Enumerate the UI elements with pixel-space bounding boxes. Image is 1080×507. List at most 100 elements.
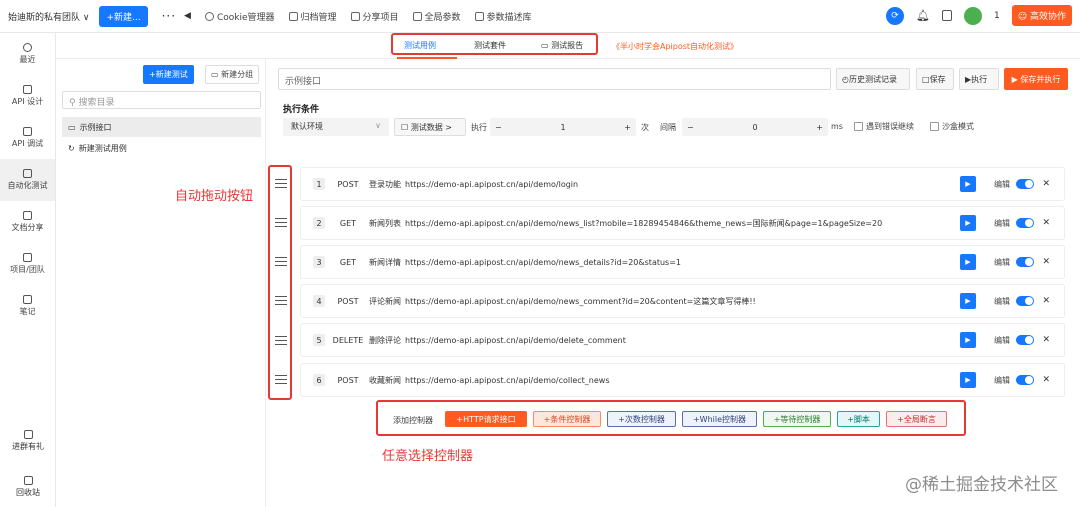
play-icon[interactable]: ▶ xyxy=(960,332,976,348)
new-test-button[interactable]: +新建测试 xyxy=(143,65,194,84)
play-icon[interactable]: ▶ xyxy=(960,372,976,388)
cookie-manager-button[interactable]: Cookie管理器 xyxy=(204,10,275,23)
design-icon xyxy=(23,85,32,94)
interval-stepper[interactable]: −0 + xyxy=(682,118,828,136)
minus-icon[interactable]: − xyxy=(495,123,502,132)
drag-handle-icon[interactable] xyxy=(275,296,287,305)
test-name-input[interactable]: 示例接口 xyxy=(278,68,831,90)
directory-search-input[interactable]: ⚲ 搜索目录 xyxy=(62,91,261,109)
sidebar-item-recent[interactable]: 最近 xyxy=(0,33,55,75)
close-icon[interactable]: ✕ xyxy=(1042,218,1050,228)
add-count-controller-button[interactable]: +次数控制器 xyxy=(607,411,676,427)
plus-icon[interactable]: + xyxy=(816,123,823,132)
tree-item-example[interactable]: ▭ 示例接口 xyxy=(62,117,261,137)
back-icon[interactable]: ◀ xyxy=(184,11,191,21)
enable-toggle[interactable] xyxy=(1016,257,1034,267)
close-icon[interactable]: ✕ xyxy=(1042,179,1050,189)
sidebar-item-api-design[interactable]: API 设计 xyxy=(0,75,55,117)
add-http-request-button[interactable]: +HTTP请求接口 xyxy=(445,411,527,427)
close-icon[interactable]: ✕ xyxy=(1042,335,1050,345)
drag-handle-icon[interactable] xyxy=(275,257,287,266)
param-library-button[interactable]: 参数描述库 xyxy=(474,10,532,23)
new-group-button[interactable]: ▭ 新建分组 xyxy=(205,65,260,84)
edit-label[interactable]: 编辑 xyxy=(994,296,1010,307)
test-data-button[interactable]: ☐ 测试数据 > xyxy=(394,118,466,136)
add-wait-controller-button[interactable]: +等待控制器 xyxy=(763,411,831,427)
save-and-run-button[interactable]: ▶ 保存并执行 xyxy=(1004,68,1068,90)
request-row[interactable]: 6 POST 收藏新闻 https://demo-api.apipost.cn/… xyxy=(300,363,1065,397)
global-params-button[interactable]: 全局参数 xyxy=(412,10,461,23)
search-icon: ⚲ xyxy=(69,98,76,108)
add-script-button[interactable]: +脚本 xyxy=(837,411,880,427)
interval-label: 间隔 xyxy=(660,123,676,132)
sidebar-item-notes[interactable]: 笔记 xyxy=(0,285,55,327)
history-button[interactable]: ◴ 历史测试记录 xyxy=(836,68,910,90)
cube-icon xyxy=(474,11,484,21)
drag-handle-icon[interactable] xyxy=(275,336,287,345)
enable-toggle[interactable] xyxy=(1016,335,1034,345)
tree-item-new-case[interactable]: ↻ 新建测试用例 xyxy=(62,138,261,158)
more-icon[interactable]: ··· xyxy=(162,9,176,23)
team-selector[interactable]: 始迪斯的私有团队 ∨ xyxy=(8,10,89,23)
sidebar-item-automation[interactable]: 自动化测试 xyxy=(0,159,55,201)
minus-icon[interactable]: − xyxy=(687,123,694,132)
enable-toggle[interactable] xyxy=(1016,218,1034,228)
archive-icon xyxy=(288,11,298,21)
edit-label[interactable]: 编辑 xyxy=(994,375,1010,386)
bell-icon[interactable]: 🔔︎ xyxy=(916,9,930,22)
sandbox-checkbox[interactable]: 沙盒模式 xyxy=(930,121,974,132)
request-row[interactable]: 3 GET 新闻详情 https://demo-api.apipost.cn/a… xyxy=(300,245,1065,279)
chevron-right-icon: > xyxy=(445,123,452,132)
request-row[interactable]: 5 DELETE 删除评论 https://demo-api.apipost.c… xyxy=(300,323,1065,357)
enable-toggle[interactable] xyxy=(1016,375,1034,385)
add-condition-controller-button[interactable]: +条件控制器 xyxy=(533,411,601,427)
gift-icon xyxy=(23,430,33,439)
request-row[interactable]: 1 POST 登录功能 https://demo-api.apipost.cn/… xyxy=(300,167,1065,201)
drag-handle-icon[interactable] xyxy=(275,375,287,384)
add-global-assert-button[interactable]: +全局断言 xyxy=(886,411,947,427)
promo-link[interactable]: 《半小时学会Apipost自动化测试》 xyxy=(612,41,738,52)
play-icon[interactable]: ▶ xyxy=(960,176,976,192)
drag-handle-icon[interactable] xyxy=(275,218,287,227)
drag-handle-icon[interactable] xyxy=(275,179,287,188)
sidebar-item-api-debug[interactable]: API 调试 xyxy=(0,117,55,159)
tab-underline xyxy=(397,57,457,59)
play-icon[interactable]: ▶ xyxy=(960,215,976,231)
request-row[interactable]: 4 POST 评论新闻 https://demo-api.apipost.cn/… xyxy=(300,284,1065,318)
play-icon[interactable]: ▶ xyxy=(960,254,976,270)
notes-icon[interactable] xyxy=(942,10,952,21)
sync-icon[interactable]: ⟳ xyxy=(886,6,905,25)
avatar[interactable] xyxy=(964,6,982,25)
archive-button[interactable]: 归档管理 xyxy=(288,10,337,23)
edit-label[interactable]: 编辑 xyxy=(994,218,1010,229)
new-button[interactable]: +新建... xyxy=(99,5,148,27)
sidebar-item-join-group[interactable]: 进群有礼 xyxy=(0,430,56,452)
chevron-down-icon: ∨ xyxy=(375,121,381,130)
sidebar-item-doc-share[interactable]: 文档分享 xyxy=(0,201,55,243)
enable-toggle[interactable] xyxy=(1016,296,1034,306)
save-button[interactable]: □ 保存 xyxy=(916,68,954,90)
automation-icon xyxy=(23,169,32,178)
share-project-button[interactable]: 分享项目 xyxy=(350,10,399,23)
request-row[interactable]: 2 GET 新闻列表 https://demo-api.apipost.cn/a… xyxy=(300,206,1065,240)
enable-toggle[interactable] xyxy=(1016,179,1034,189)
edit-label[interactable]: 编辑 xyxy=(994,179,1010,190)
close-icon[interactable]: ✕ xyxy=(1042,296,1050,306)
edit-label[interactable]: 编辑 xyxy=(994,335,1010,346)
top-bar: 始迪斯的私有团队 ∨ +新建... ··· ◀ Cookie管理器 归档管理 分… xyxy=(0,0,1080,33)
sidebar-item-project-team[interactable]: 项目/团队 xyxy=(0,243,55,285)
add-controller-label: 添加控制器 xyxy=(393,416,433,425)
sidebar-item-recycle-bin[interactable]: 回收站 xyxy=(0,476,56,498)
close-icon[interactable]: ✕ xyxy=(1042,375,1050,385)
continue-on-error-checkbox[interactable]: 遇到错误继续 xyxy=(854,121,914,132)
run-button[interactable]: ▶ 执行 xyxy=(959,68,999,90)
play-icon[interactable]: ▶ xyxy=(960,293,976,309)
add-while-controller-button[interactable]: +While控制器 xyxy=(682,411,757,427)
exec-count-stepper[interactable]: −1 + xyxy=(490,118,636,136)
close-icon[interactable]: ✕ xyxy=(1042,257,1050,267)
edit-label[interactable]: 编辑 xyxy=(994,257,1010,268)
environment-select[interactable]: 默认环境 ∨ xyxy=(283,118,389,136)
plus-icon[interactable]: + xyxy=(624,123,631,132)
watermark: @稀土掘金技术社区 xyxy=(905,475,1058,495)
collab-button[interactable]: ☺ 高效协作 xyxy=(1011,5,1072,26)
